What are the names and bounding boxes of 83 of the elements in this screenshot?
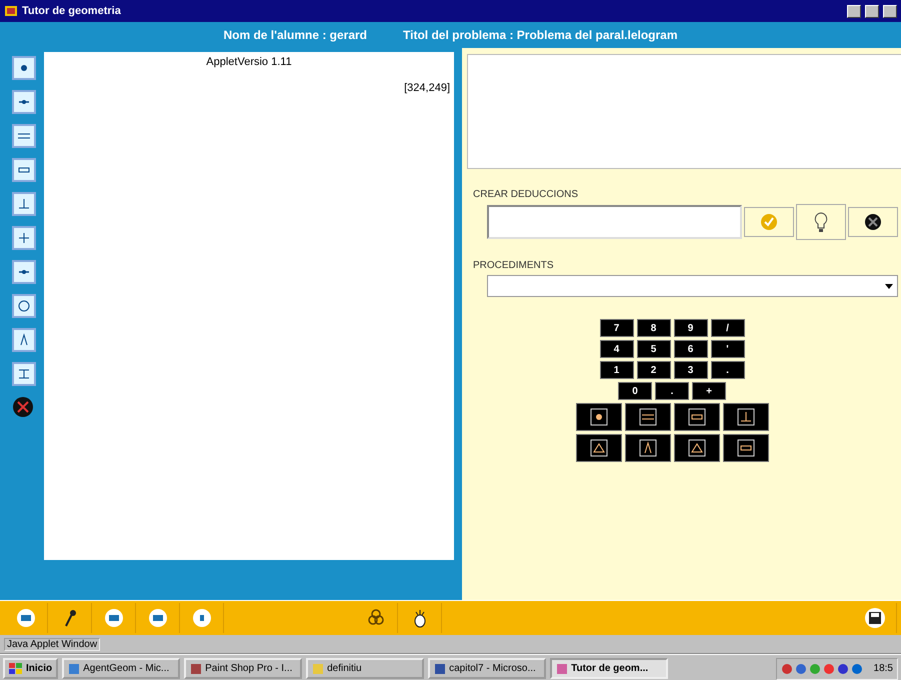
- delete-icon[interactable]: [12, 396, 34, 418]
- keypad-key[interactable]: 8: [636, 319, 670, 337]
- clock: 18:5: [874, 663, 893, 674]
- symbol-key[interactable]: [624, 434, 670, 462]
- tool-icon: [192, 608, 212, 628]
- keypad-key[interactable]: 4: [600, 340, 634, 358]
- deduction-field[interactable]: [487, 205, 742, 239]
- keypad-key[interactable]: 5: [636, 340, 670, 358]
- tool-button[interactable]: [12, 328, 36, 352]
- window-icon: [434, 662, 446, 674]
- coordinate-label: [324,249]: [404, 82, 450, 94]
- tool-button[interactable]: [12, 226, 36, 250]
- geometry-symbol-icon: [638, 408, 656, 426]
- close-button[interactable]: [883, 4, 897, 18]
- tool-icon: [104, 608, 124, 628]
- tool-button[interactable]: [12, 90, 36, 114]
- geometry-symbol-icon: [736, 439, 754, 457]
- symbol-key[interactable]: [576, 434, 622, 462]
- tool-button[interactable]: [12, 158, 36, 182]
- keypad-key[interactable]: 6: [674, 340, 708, 358]
- maximize-button[interactable]: [865, 4, 879, 18]
- keypad-key[interactable]: 9: [674, 319, 708, 337]
- window-icon: [556, 662, 568, 674]
- tool-button[interactable]: [12, 192, 36, 216]
- keypad-key[interactable]: 1: [600, 361, 634, 379]
- taskbar-item[interactable]: Paint Shop Pro - I...: [184, 658, 302, 679]
- tool-icon: [148, 608, 168, 628]
- window-icon: [68, 662, 80, 674]
- symbol-key[interactable]: [722, 403, 768, 431]
- keypad-key[interactable]: 0: [618, 382, 652, 400]
- tool-button[interactable]: [12, 56, 36, 80]
- geometry-tool-icon: [16, 298, 32, 314]
- window-title: Tutor de geometria: [22, 5, 121, 17]
- window-icon: [190, 662, 202, 674]
- keypad-key[interactable]: 7: [600, 319, 634, 337]
- symbol-key[interactable]: [674, 403, 720, 431]
- minimize-button[interactable]: [847, 4, 861, 18]
- save-icon: [864, 607, 886, 629]
- geometry-symbol-icon: [688, 408, 706, 426]
- keypad-key[interactable]: /: [710, 319, 744, 337]
- app-icon: [4, 4, 18, 18]
- window-icon: [312, 662, 324, 674]
- geometry-tool-icon: [16, 230, 32, 246]
- tool-button[interactable]: [12, 362, 36, 386]
- tool-icon: [16, 608, 36, 628]
- symbol-key[interactable]: [624, 403, 670, 431]
- procedures-dropdown[interactable]: [487, 275, 898, 297]
- symbol-key[interactable]: [576, 403, 622, 431]
- tool-button[interactable]: [12, 294, 36, 318]
- section-label: CREAR DEDUCCIONS: [473, 189, 580, 200]
- geometry-symbol-icon: [590, 439, 608, 457]
- problem-title: Titol del problema : Problema del paral.lelogram: [403, 28, 678, 42]
- taskbar-item[interactable]: AgentGeom - Mic...: [62, 658, 180, 679]
- taskbar-item[interactable]: Tutor de geom...: [550, 658, 668, 679]
- drawing-canvas[interactable]: AppletVersio 1.11 [324,249]: [44, 52, 454, 560]
- windows-flag-icon: [9, 662, 23, 674]
- geometry-symbol-icon: [688, 439, 706, 457]
- keypad-key[interactable]: ': [710, 340, 744, 358]
- student-name: Nom de l'alumne : gerard: [223, 28, 368, 42]
- hint-button[interactable]: [796, 204, 846, 240]
- symbol-key[interactable]: [722, 434, 768, 462]
- section-label: PROCEDIMENTS: [473, 260, 555, 271]
- geometry-symbol-icon: [590, 408, 608, 426]
- keypad-key[interactable]: 3: [674, 361, 708, 379]
- taskbar-item[interactable]: definitiu: [306, 658, 424, 679]
- keypad-key[interactable]: .: [655, 382, 689, 400]
- lightbulb-icon: [813, 211, 829, 233]
- cancel-button[interactable]: [848, 207, 898, 237]
- start-button[interactable]: Inicio: [3, 658, 58, 679]
- keypad-key[interactable]: 2: [636, 361, 670, 379]
- cross-circle-icon: [864, 213, 882, 231]
- check-icon: [760, 213, 778, 231]
- keypad-key[interactable]: +: [692, 382, 726, 400]
- status-text: Java Applet Window: [4, 638, 100, 650]
- symbol-key[interactable]: [674, 434, 720, 462]
- tool-button[interactable]: [12, 260, 36, 284]
- taskbar-item[interactable]: capitol7 - Microso...: [428, 658, 546, 679]
- tool-button[interactable]: [12, 124, 36, 148]
- geometry-symbol-icon: [736, 408, 754, 426]
- keypad-key[interactable]: .: [710, 361, 744, 379]
- geometry-symbol-icon: [638, 439, 656, 457]
- version-label: AppletVersio 1.11: [206, 56, 292, 68]
- caret-icon: [885, 284, 893, 288]
